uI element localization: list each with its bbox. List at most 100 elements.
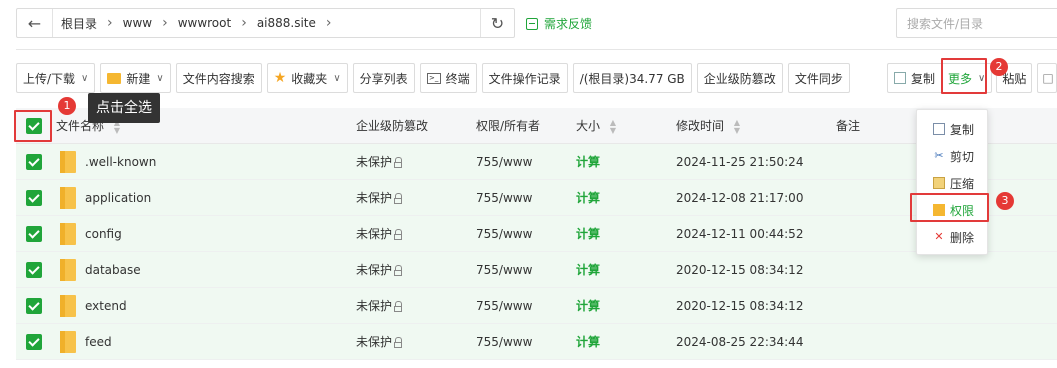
share-list-label: 分享列表 bbox=[359, 71, 408, 86]
copy-icon bbox=[894, 72, 906, 84]
size-calc[interactable]: 计算 bbox=[576, 144, 600, 180]
file-name[interactable]: .well-known bbox=[85, 144, 156, 180]
upload-download-label: 上传/下载 bbox=[23, 71, 76, 86]
refresh-icon: ↻ bbox=[490, 13, 505, 33]
star-icon: ★ bbox=[273, 70, 287, 86]
table-row[interactable]: application 未保护 755/www 计算 2024-12-08 21… bbox=[16, 180, 1057, 216]
menu-item-cut[interactable]: ✂ 剪切 bbox=[917, 143, 989, 169]
lock-icon[interactable] bbox=[394, 301, 403, 312]
modified-time: 2024-08-25 22:34:44 bbox=[676, 335, 804, 349]
col-tamper: 企业级防篡改 bbox=[356, 108, 428, 144]
highlight-box-permission bbox=[910, 193, 989, 222]
permission[interactable]: 755/www bbox=[476, 252, 532, 288]
size-calc[interactable]: 计算 bbox=[576, 324, 600, 360]
lock-icon[interactable] bbox=[394, 193, 403, 204]
crumb-wwwroot[interactable]: wwwroot bbox=[178, 16, 232, 30]
content-search-label: 文件内容搜索 bbox=[182, 71, 255, 86]
row-checkbox[interactable] bbox=[26, 190, 42, 206]
more-dropdown-menu: 复制 ✂ 剪切 压缩 权限 ✕ 删除 bbox=[916, 109, 988, 255]
chevron-down-icon: ∨ bbox=[81, 72, 89, 84]
table-row[interactable]: database 未保护 755/www 计算 2020-12-15 08:34… bbox=[16, 252, 1057, 288]
tamper-protect-button[interactable]: 企业级防篡改 bbox=[696, 63, 783, 93]
feedback-link[interactable]: 需求反馈 bbox=[526, 15, 592, 32]
trash-button[interactable]: □ bbox=[1037, 63, 1057, 93]
col-mtime[interactable]: 修改时间 ▲ ▼ bbox=[676, 108, 740, 144]
copy-label: 复制 bbox=[911, 71, 936, 86]
copy-button[interactable]: 复制 bbox=[887, 63, 942, 93]
table-header: 文件名称 ▲▼ 企业级防篡改 权限/所有者 大小 ▲▼ 修改时间 ▲▼ 备注 bbox=[16, 108, 1057, 144]
new-button[interactable]: 新建 ∨ bbox=[100, 63, 171, 93]
step-badge-2: 2 bbox=[990, 58, 1008, 76]
content-search-button[interactable]: 文件内容搜索 bbox=[175, 63, 262, 93]
chevron-right-icon: › bbox=[241, 15, 247, 31]
refresh-button[interactable]: ↻ bbox=[480, 9, 514, 37]
crumb-root[interactable]: 根目录 bbox=[61, 15, 97, 32]
upload-download-button[interactable]: 上传/下载 ∨ bbox=[16, 63, 96, 93]
file-log-label: 文件操作记录 bbox=[488, 71, 561, 86]
zip-icon bbox=[933, 177, 945, 189]
disk-usage-button[interactable]: /(根目录)34.77 GB bbox=[572, 63, 692, 93]
permission[interactable]: 755/www bbox=[476, 288, 532, 324]
lock-icon[interactable] bbox=[394, 229, 403, 240]
file-sync-button[interactable]: 文件同步 bbox=[787, 63, 850, 93]
menu-item-copy[interactable]: 复制 bbox=[917, 116, 989, 142]
lock-icon[interactable] bbox=[394, 157, 403, 168]
chevron-down-icon: ∨ bbox=[156, 72, 164, 84]
col-size[interactable]: 大小 ▲ ▼ bbox=[576, 108, 616, 144]
permission[interactable]: 755/www bbox=[476, 216, 532, 252]
table-row[interactable]: .well-known 未保护 755/www 计算 2024-11-25 21… bbox=[16, 144, 1057, 180]
new-label: 新建 bbox=[126, 71, 151, 86]
permission[interactable]: 755/www bbox=[476, 144, 532, 180]
chevron-right-icon: › bbox=[162, 15, 168, 31]
favorites-button[interactable]: ★ 收藏夹 ∨ bbox=[266, 63, 348, 93]
col-perm-label: 权限/所有者 bbox=[476, 119, 541, 133]
size-calc[interactable]: 计算 bbox=[576, 180, 600, 216]
search-input[interactable]: 搜索文件/目录 bbox=[896, 8, 1057, 38]
menu-item-delete[interactable]: ✕ 删除 bbox=[917, 224, 989, 250]
folder-icon bbox=[60, 187, 76, 209]
file-name[interactable]: config bbox=[85, 216, 122, 252]
col-remark-label: 备注 bbox=[836, 119, 861, 133]
row-checkbox[interactable] bbox=[26, 154, 42, 170]
tamper-text: 未保护 bbox=[356, 227, 393, 241]
tamper-text: 未保护 bbox=[356, 263, 393, 277]
row-checkbox[interactable] bbox=[26, 334, 42, 350]
file-name[interactable]: database bbox=[85, 252, 141, 288]
crumb-site[interactable]: ai888.site bbox=[257, 16, 316, 30]
permission[interactable]: 755/www bbox=[476, 324, 532, 360]
size-calc[interactable]: 计算 bbox=[576, 288, 600, 324]
row-checkbox[interactable] bbox=[26, 298, 42, 314]
back-button[interactable]: ← bbox=[17, 9, 53, 37]
share-list-button[interactable]: 分享列表 bbox=[352, 63, 415, 93]
tamper-protect-label: 企业级防篡改 bbox=[703, 71, 776, 86]
lock-icon[interactable] bbox=[394, 337, 403, 348]
highlight-box-more bbox=[941, 58, 987, 94]
size-calc[interactable]: 计算 bbox=[576, 252, 600, 288]
permission[interactable]: 755/www bbox=[476, 180, 532, 216]
table-row[interactable]: config 未保护 755/www 计算 2024-12-11 00:44:5… bbox=[16, 216, 1057, 252]
col-remark: 备注 bbox=[836, 108, 860, 144]
file-name[interactable]: extend bbox=[85, 288, 127, 324]
file-name[interactable]: feed bbox=[85, 324, 112, 360]
file-sync-label: 文件同步 bbox=[794, 71, 843, 86]
size-calc[interactable]: 计算 bbox=[576, 216, 600, 252]
terminal-label: 终端 bbox=[445, 71, 470, 86]
modified-time: 2024-12-11 00:44:52 bbox=[676, 227, 804, 241]
tamper-text: 未保护 bbox=[356, 335, 393, 349]
row-checkbox[interactable] bbox=[26, 226, 42, 242]
copy-icon bbox=[933, 123, 945, 135]
menu-item-label: 复制 bbox=[950, 122, 975, 137]
trash-icon: □ bbox=[1042, 71, 1054, 85]
file-name[interactable]: application bbox=[85, 180, 151, 216]
tamper-status: 未保护 bbox=[356, 216, 403, 252]
row-checkbox[interactable] bbox=[26, 262, 42, 278]
terminal-button[interactable]: >_ 终端 bbox=[419, 63, 477, 93]
table-row[interactable]: feed 未保护 755/www 计算 2024-08-25 22:34:44 bbox=[16, 324, 1057, 360]
lock-icon[interactable] bbox=[394, 265, 403, 276]
file-manager: ← 根目录 › www › wwwroot › ai888.site › ↻ 需… bbox=[0, 0, 1057, 368]
arrow-left-icon: ← bbox=[27, 13, 42, 33]
file-log-button[interactable]: 文件操作记录 bbox=[481, 63, 568, 93]
crumb-www[interactable]: www bbox=[123, 16, 152, 30]
menu-item-label: 删除 bbox=[950, 230, 975, 245]
table-row[interactable]: extend 未保护 755/www 计算 2020-12-15 08:34:1… bbox=[16, 288, 1057, 324]
